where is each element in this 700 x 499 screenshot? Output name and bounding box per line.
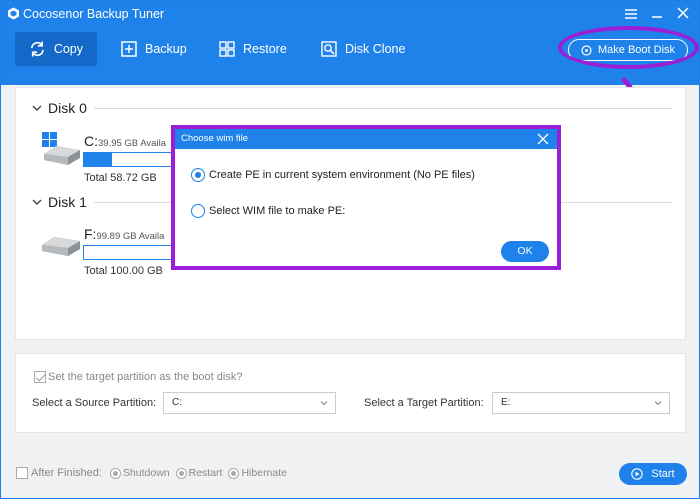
disk-0-header[interactable]: Disk 0 — [32, 100, 87, 116]
partition-f-name: F:99.89 GB Availa — [84, 226, 164, 242]
backup-tab-label: Backup — [145, 42, 187, 56]
start-button[interactable]: Start — [619, 463, 687, 485]
menu-icon[interactable] — [621, 5, 641, 23]
target-panel: Set the target partition as the boot dis… — [15, 353, 686, 433]
option-create-pe-label: Create PE in current system environment … — [209, 169, 475, 181]
app-window: Cocosenor Backup Tuner Copy Backup Resto… — [0, 0, 700, 499]
after-finished-checkbox[interactable] — [16, 467, 28, 479]
dialog-title-bar: Choose wim file — [175, 129, 557, 149]
boot-disk-checkbox[interactable] — [34, 371, 46, 383]
option-restart[interactable]: Restart — [175, 467, 223, 479]
radio-hibernate[interactable] — [228, 467, 240, 479]
minimize-icon[interactable] — [647, 5, 667, 23]
disk-1-label: Disk 1 — [48, 194, 87, 210]
disk-1-header[interactable]: Disk 1 — [32, 194, 87, 210]
disk-clone-tab-label: Disk Clone — [345, 42, 406, 56]
ok-button[interactable]: OK — [501, 241, 549, 262]
disk-clone-tab[interactable]: Disk Clone — [307, 32, 419, 66]
partition-f-usage-bar[interactable] — [83, 245, 173, 260]
target-partition-select[interactable]: E: — [492, 392, 670, 414]
restore-icon — [219, 41, 235, 57]
partition-c-total: Total 58.72 GB — [84, 172, 157, 184]
divider — [94, 108, 672, 109]
chevron-down-icon — [320, 401, 328, 406]
partition-c-usage-fill — [84, 153, 113, 166]
app-title: Cocosenor Backup Tuner — [23, 7, 165, 21]
target-partition-value: E: — [501, 397, 511, 408]
play-icon — [631, 468, 644, 480]
highlight-ellipse — [558, 26, 699, 69]
disk-clone-icon — [321, 41, 337, 57]
title-bar: Cocosenor Backup Tuner — [1, 1, 699, 27]
radio-select-wim[interactable] — [191, 204, 205, 218]
choose-wim-dialog: Choose wim file Create PE in current sys… — [171, 125, 561, 270]
source-partition-value: C: — [172, 397, 182, 408]
option-select-wim[interactable]: Select WIM file to make PE: — [191, 204, 345, 218]
start-button-label: Start — [651, 468, 675, 480]
app-logo-icon — [8, 7, 19, 20]
partition-c-usage-bar[interactable] — [83, 152, 173, 167]
option-restart-label: Restart — [188, 467, 223, 479]
chevron-down-icon — [654, 401, 662, 406]
radio-restart[interactable] — [175, 467, 187, 479]
disk-0-label: Disk 0 — [48, 100, 87, 116]
drive-icon — [42, 237, 80, 256]
backup-icon — [121, 41, 137, 57]
after-finished-row: After Finished: Shutdown Restart Hiberna… — [16, 467, 287, 479]
windows-drive-icon — [42, 132, 80, 165]
restore-tab-label: Restore — [243, 42, 287, 56]
source-partition-label: Select a Source Partition: — [32, 397, 157, 409]
copy-tab[interactable]: Copy — [15, 32, 97, 66]
partition-c-available: 39.95 GB Availa — [98, 138, 166, 149]
boot-disk-checkbox-label: Set the target partition as the boot dis… — [48, 371, 243, 383]
source-partition-select[interactable]: C: — [163, 392, 336, 414]
partition-f-total: Total 100.00 GB — [84, 265, 163, 277]
partition-f-available: 99.89 GB Availa — [96, 231, 165, 242]
backup-tab[interactable]: Backup — [107, 32, 201, 66]
boot-disk-checkbox-row[interactable]: Set the target partition as the boot dis… — [34, 371, 242, 383]
option-select-wim-label: Select WIM file to make PE: — [209, 205, 346, 217]
option-hibernate[interactable]: Hibernate — [228, 467, 287, 479]
chevron-down-icon — [32, 199, 42, 205]
close-icon[interactable] — [673, 5, 693, 23]
option-hibernate-label: Hibernate — [241, 467, 287, 479]
chevron-down-icon — [32, 105, 42, 111]
copy-icon — [30, 41, 44, 57]
option-create-pe[interactable]: Create PE in current system environment … — [191, 168, 475, 182]
partition-f-letter: F: — [84, 226, 97, 242]
close-icon[interactable] — [535, 131, 551, 147]
dialog-title: Choose wim file — [181, 133, 249, 144]
radio-shutdown[interactable] — [109, 467, 121, 479]
copy-tab-label: Copy — [53, 42, 83, 56]
partition-c-name: C:39.95 GB Availa — [84, 133, 166, 149]
restore-tab[interactable]: Restore — [205, 32, 301, 66]
option-shutdown-label: Shutdown — [122, 467, 170, 479]
radio-create-pe[interactable] — [191, 168, 205, 182]
after-finished-label: After Finished: — [31, 467, 102, 479]
partition-c-letter: C: — [84, 133, 98, 149]
option-shutdown[interactable]: Shutdown — [109, 467, 170, 479]
target-partition-label: Select a Target Partition: — [364, 397, 484, 409]
